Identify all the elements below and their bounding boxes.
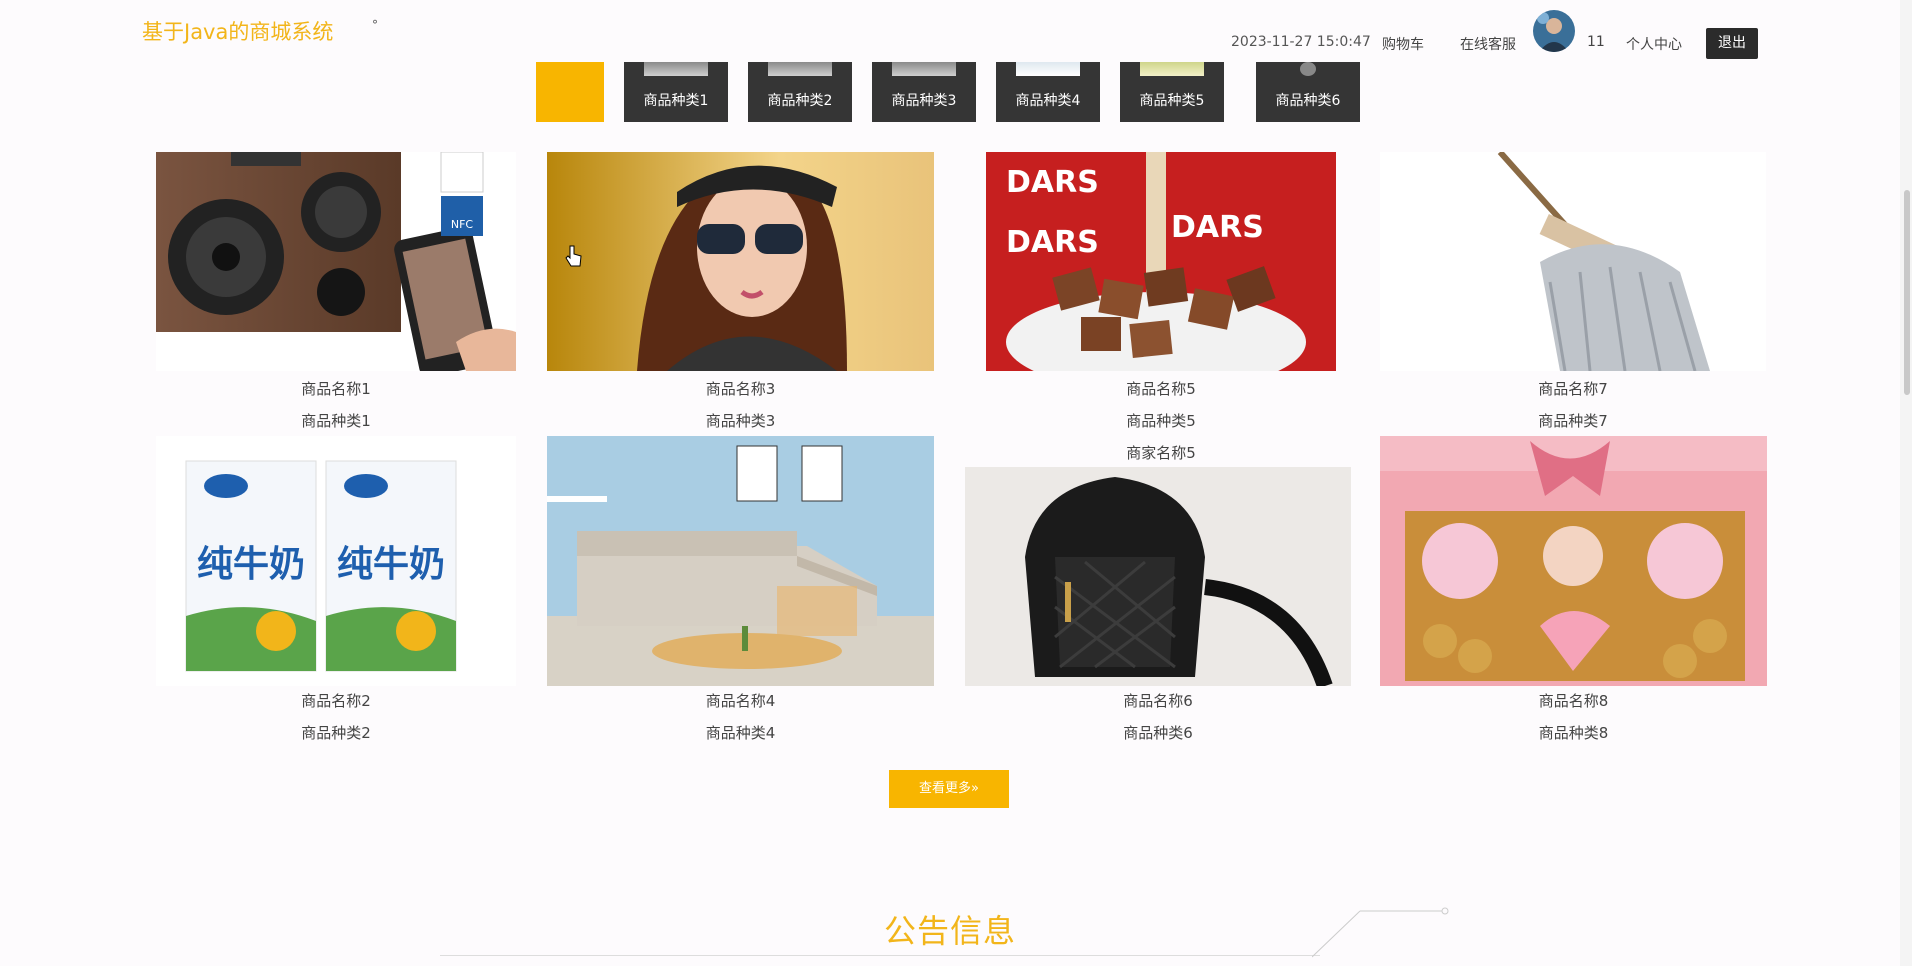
category-tab-5[interactable]: 商品种类5 [1120, 62, 1224, 122]
product-card[interactable]: 商品名称7 商品种类7 [1380, 152, 1766, 432]
title-dot: ° [372, 18, 378, 32]
chocolate-image: DARS DARS DARS [986, 152, 1336, 371]
category-tab-6[interactable]: 商品种类6 [1256, 62, 1360, 122]
product-card[interactable]: 商品名称3 商品种类3 [547, 152, 934, 432]
product-category: 商品种类4 [705, 724, 776, 742]
category-label: 商品种类2 [767, 93, 833, 109]
category-label: 商品种类6 [1275, 93, 1341, 109]
mop-image [1380, 152, 1766, 371]
scrollbar-thumb[interactable] [1904, 190, 1910, 395]
user-id: 11 [1587, 34, 1605, 50]
sofa-image [547, 436, 934, 686]
category-home-tile[interactable] [536, 62, 604, 122]
product-category: 商品种类5 [1126, 412, 1196, 430]
online-service-link[interactable]: 在线客服 [1460, 34, 1516, 54]
product-card[interactable]: DARS DARS DARS 商品名称5 商品种类5 商家名称5 [986, 152, 1336, 464]
product-name[interactable]: 商品名称3 [547, 378, 934, 399]
category-thumb [768, 62, 832, 76]
product-name[interactable]: 商品名称5 [986, 378, 1336, 399]
svg-text:NFC: NFC [451, 218, 474, 231]
product-name[interactable]: 商品名称2 [156, 690, 516, 711]
hand-cursor-icon [565, 245, 582, 267]
category-label: 商品种类3 [891, 93, 957, 109]
speaker-image: NFC [156, 152, 516, 371]
product-card[interactable]: 商品名称6 商品种类6 [965, 467, 1351, 746]
sunglasses-woman-image [547, 152, 934, 371]
view-more-button[interactable]: 查看更多» [889, 770, 1009, 808]
svg-text:DARS: DARS [1006, 165, 1099, 200]
category-label: 商品种类4 [1015, 93, 1081, 109]
category-thumb [1140, 62, 1204, 76]
svg-text:纯牛奶: 纯牛奶 [197, 544, 305, 585]
logout-button[interactable]: 退出 [1706, 28, 1758, 59]
datetime-display: 2023-11-27 15:0:47 [1231, 34, 1371, 50]
category-tab-4[interactable]: 商品种类4 [996, 62, 1100, 122]
user-avatar[interactable] [1533, 10, 1575, 52]
category-tab-3[interactable]: 商品种类3 [872, 62, 976, 122]
decorative-line-icon [1312, 907, 1449, 958]
product-card[interactable]: 商品名称4 商品种类4 [547, 436, 934, 746]
backpack-image [965, 467, 1351, 686]
product-card[interactable]: NFC 商品名称1 商品种类1 [156, 152, 516, 432]
product-category: 商品种类3 [705, 412, 776, 430]
product-category: 商品种类1 [301, 412, 371, 430]
divider [440, 955, 1320, 956]
category-label: 商品种类5 [1139, 93, 1205, 109]
site-title[interactable]: 基于Java的商城系统 [142, 16, 333, 46]
candy-box-image [1380, 436, 1767, 686]
notice-section-title: 公告信息 [884, 912, 1017, 950]
milk-carton-image: 纯牛奶 纯牛奶 [156, 436, 516, 686]
product-card[interactable]: 纯牛奶 纯牛奶 商品名称2 商品种类2 [156, 436, 516, 746]
category-thumb [1300, 62, 1316, 76]
category-thumb [644, 62, 708, 76]
product-name[interactable]: 商品名称8 [1380, 690, 1767, 711]
category-tab-2[interactable]: 商品种类2 [748, 62, 852, 122]
product-card[interactable]: 商品名称8 商品种类8 [1380, 436, 1767, 746]
product-name[interactable]: 商品名称7 [1380, 378, 1766, 399]
profile-link[interactable]: 个人中心 [1626, 34, 1682, 54]
category-tab-1[interactable]: 商品种类1 [624, 62, 728, 122]
svg-text:DARS: DARS [1006, 225, 1099, 260]
category-label: 商品种类1 [643, 93, 709, 109]
category-thumb [1016, 62, 1080, 76]
svg-text:纯牛奶: 纯牛奶 [337, 544, 445, 585]
product-category: 商品种类2 [301, 724, 371, 742]
product-category: 商品种类7 [1538, 412, 1608, 430]
product-name[interactable]: 商品名称1 [156, 378, 516, 399]
product-name[interactable]: 商品名称4 [547, 690, 934, 711]
svg-text:DARS: DARS [1171, 210, 1264, 245]
top-header: 基于Java的商城系统 ° 2023-11-27 15:0:47 购物车 在线客… [0, 0, 1912, 60]
avatar-icon [1533, 10, 1575, 52]
product-name[interactable]: 商品名称6 [965, 690, 1351, 711]
scrollbar-track[interactable] [1900, 0, 1912, 966]
category-thumb [892, 62, 956, 76]
merchant-name: 商家名称5 [1126, 444, 1196, 462]
cart-link[interactable]: 购物车 [1382, 34, 1424, 54]
product-category: 商品种类8 [1538, 724, 1609, 742]
product-category: 商品种类6 [1123, 724, 1193, 742]
